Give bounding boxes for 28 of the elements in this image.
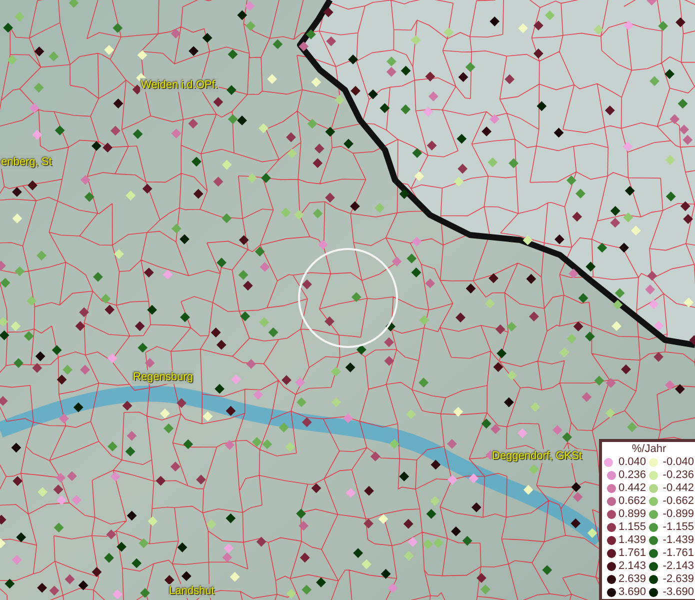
legend-value: -1.155: [662, 521, 694, 534]
legend-title: %/Jahr: [630, 443, 668, 456]
place-label: Deggendorf, GKSt: [491, 449, 583, 463]
legend-value: -3.690: [662, 586, 694, 599]
legend-value: -1.761: [662, 547, 694, 560]
legend-value: -0.662: [662, 495, 694, 508]
legend-value: 2.143: [618, 560, 646, 573]
legend-value: 0.040: [617, 456, 646, 469]
place-label: enberg, St: [0, 155, 53, 169]
place-label: Regensburg: [132, 370, 194, 384]
legend-value: 0.442: [618, 482, 646, 495]
legend-value: 1.155: [618, 521, 646, 534]
legend-value: -0.236: [662, 469, 694, 482]
place-label: Landshut: [168, 584, 216, 598]
legend-value: 0.899: [618, 508, 646, 521]
place-label: Weiden i.d.OPf.: [140, 78, 219, 92]
legend-value: 1.439: [618, 534, 646, 547]
legend-value: -2.639: [662, 573, 694, 586]
legend-value: 1.761: [618, 547, 646, 560]
legend-value: -2.143: [662, 560, 694, 573]
legend-value: 0.236: [618, 469, 646, 482]
legend-value: -0.899: [662, 508, 694, 521]
legend-value: -1.439: [662, 534, 694, 547]
legend-value: 2.639: [618, 573, 646, 586]
legend-value: 0.662: [618, 495, 646, 508]
legend-value: -0.442: [662, 482, 694, 495]
legend-value: -0.040: [662, 456, 694, 469]
legend-value: 3.690: [618, 586, 646, 599]
